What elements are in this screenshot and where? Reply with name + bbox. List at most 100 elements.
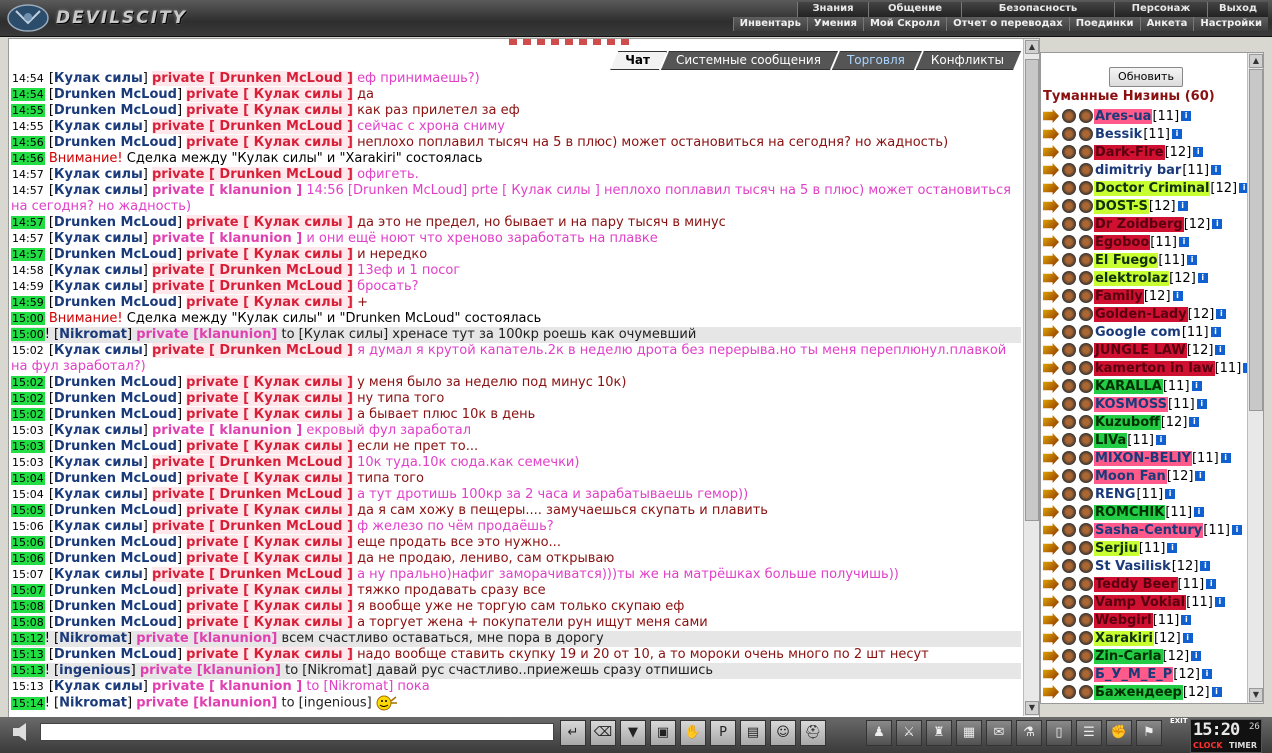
message-time[interactable]: 15:02 — [11, 344, 45, 357]
private-arrow-icon[interactable] — [1043, 307, 1059, 321]
message-author[interactable]: Кулак силы — [54, 343, 143, 358]
private-target[interactable]: private [klanunion] — [136, 696, 277, 711]
private-arrow-icon[interactable] — [1043, 109, 1059, 123]
message-author[interactable]: Drunken McLoud — [54, 215, 177, 230]
message-time[interactable]: 14:56 — [11, 136, 45, 149]
user-name[interactable]: ROMCHIK — [1094, 504, 1166, 520]
fist-icon[interactable]: ✊ — [1106, 720, 1132, 746]
submenu-item-6[interactable]: Настройки — [1193, 17, 1268, 31]
private-target[interactable]: private [ Кулак силы ] — [186, 295, 353, 310]
user-name[interactable]: Family — [1094, 288, 1144, 304]
private-arrow-icon[interactable] — [1043, 667, 1059, 681]
private-target[interactable]: private [ Drunken McLoud ] — [151, 263, 353, 278]
message-time[interactable]: 15:13 — [11, 648, 45, 661]
chat-input[interactable] — [40, 723, 554, 741]
user-row[interactable]: Dark-Fire [12] i — [1043, 143, 1261, 161]
user-name[interactable]: KOSMOSS — [1094, 396, 1169, 412]
speaker-icon[interactable] — [10, 721, 34, 743]
private-target[interactable]: private [ Drunken McLoud ] — [151, 343, 353, 358]
message-author[interactable]: Nikromat — [59, 696, 127, 711]
message-time[interactable]: 14:57 — [11, 232, 45, 245]
private-target[interactable]: private [ Кулак силы ] — [186, 647, 353, 662]
menu-item-2[interactable]: Безопасность — [961, 2, 1114, 17]
private-arrow-icon[interactable] — [1043, 379, 1059, 393]
private-arrow-icon[interactable] — [1043, 451, 1059, 465]
private-arrow-icon[interactable] — [1043, 253, 1059, 267]
message-author[interactable]: Drunken McLoud — [54, 375, 177, 390]
message-time[interactable]: 15:02 — [11, 408, 45, 421]
flag-icon[interactable]: ⚑ — [1136, 720, 1162, 746]
user-info-icon[interactable]: i — [1211, 165, 1222, 175]
private-arrow-icon[interactable] — [1043, 433, 1059, 447]
private-arrow-icon[interactable] — [1043, 613, 1059, 627]
user-info-icon[interactable]: i — [1155, 435, 1166, 445]
message-author[interactable]: Drunken McLoud — [54, 551, 177, 566]
message-author[interactable]: Drunken McLoud — [54, 535, 177, 550]
user-info-icon[interactable]: i — [1177, 201, 1188, 211]
tab-3[interactable]: Конфликты — [916, 51, 1021, 70]
message-author[interactable]: Drunken McLoud — [54, 503, 177, 518]
user-info-icon[interactable]: i — [1215, 345, 1226, 355]
message-time[interactable]: 15:03 — [11, 456, 45, 469]
message-author[interactable]: Кулак силы — [54, 487, 143, 502]
message-time[interactable]: 15:04 — [11, 472, 45, 485]
submenu-item-5[interactable]: Анкета — [1139, 17, 1194, 31]
user-row[interactable]: Vamp Vokial [11] i — [1043, 593, 1261, 611]
private-target[interactable]: private [ Drunken McLoud ] — [151, 71, 353, 86]
user-row[interactable]: dimitriy bar [11] i — [1043, 161, 1261, 179]
message-time[interactable]: 14:59 — [11, 280, 45, 293]
user-row[interactable]: Bessik [11] i — [1043, 125, 1261, 143]
user-row[interactable]: Webgirl [11] i — [1043, 611, 1261, 629]
user-row[interactable]: RENG [11] i — [1043, 485, 1261, 503]
tab-2[interactable]: Торговля — [832, 51, 922, 70]
chest-icon[interactable]: ▦ — [956, 720, 982, 746]
message-author[interactable]: Drunken McLoud — [54, 391, 177, 406]
menu-item-0[interactable]: Знания — [797, 2, 868, 17]
users-scrollbar[interactable]: ▲ ▼ — [1247, 53, 1263, 703]
user-name[interactable]: El Fuego — [1094, 252, 1159, 268]
message-author[interactable]: Drunken McLoud — [54, 615, 177, 630]
private-target[interactable]: private [ Drunken McLoud ] — [151, 455, 353, 470]
translit-icon[interactable]: P — [710, 720, 736, 746]
private-arrow-icon[interactable] — [1043, 595, 1059, 609]
save-icon[interactable]: ▣ — [650, 720, 676, 746]
user-row[interactable]: KOSMOSS [11] i — [1043, 395, 1261, 413]
user-name[interactable]: DOST-S — [1094, 198, 1149, 214]
private-arrow-icon[interactable] — [1043, 181, 1059, 195]
message-time[interactable]: 15:00 — [11, 312, 45, 325]
private-target[interactable]: private [ Drunken McLoud ] — [151, 567, 353, 582]
private-arrow-icon[interactable] — [1043, 145, 1059, 159]
user-row[interactable]: Serjiu [11] i — [1043, 539, 1261, 557]
private-target[interactable]: private [ Кулак силы ] — [186, 215, 353, 230]
message-author[interactable]: Drunken McLoud — [54, 599, 177, 614]
private-arrow-icon[interactable] — [1043, 361, 1059, 375]
message-time[interactable]: 14:54 — [11, 72, 45, 85]
user-info-icon[interactable]: i — [1172, 129, 1182, 139]
user-row[interactable]: Sasha-Century [11] i — [1043, 521, 1261, 539]
private-target[interactable]: private [ Кулак силы ] — [186, 407, 353, 422]
user-name[interactable]: dimitriy bar — [1094, 163, 1182, 178]
user-name[interactable]: Sasha-Century — [1094, 522, 1204, 538]
user-row[interactable]: kamerton in law[11]i — [1043, 359, 1261, 377]
private-target[interactable]: private [ Кулак силы ] — [186, 247, 353, 262]
message-time[interactable]: 15:08 — [11, 616, 45, 629]
user-info-icon[interactable]: i — [1216, 309, 1227, 319]
message-author[interactable]: Nikromat — [59, 631, 127, 646]
user-name[interactable]: Serjiu — [1094, 540, 1139, 556]
user-info-icon[interactable]: i — [1189, 417, 1200, 427]
private-arrow-icon[interactable] — [1043, 577, 1059, 591]
message-author[interactable]: Кулак силы — [54, 71, 143, 86]
scroll-up-icon[interactable]: ▲ — [1249, 54, 1263, 68]
user-info-icon[interactable]: i — [1194, 507, 1205, 517]
filter-icon[interactable]: ▼ — [620, 720, 646, 746]
message-time[interactable]: 14:56 — [11, 152, 45, 165]
user-icon[interactable]: ♟ — [866, 720, 892, 746]
user-info-icon[interactable]: i — [1210, 327, 1221, 337]
user-info-icon[interactable]: i — [1197, 273, 1208, 283]
user-info-icon[interactable]: i — [1193, 147, 1204, 157]
private-target[interactable]: private [ klanunion ] — [152, 231, 302, 246]
user-row[interactable]: Golden-Lady [12] i — [1043, 305, 1261, 323]
message-author[interactable]: Кулак силы — [54, 263, 143, 278]
scroll-down-icon[interactable]: ▼ — [1025, 701, 1039, 715]
message-time[interactable]: 15:06 — [11, 536, 45, 549]
